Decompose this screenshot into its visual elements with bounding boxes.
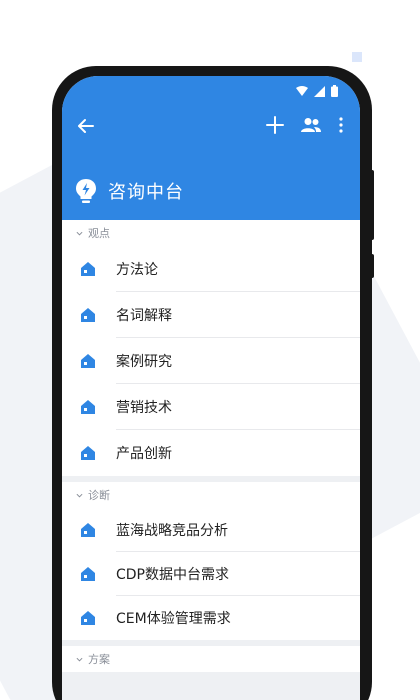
chevron-down-icon — [76, 493, 83, 498]
background-square — [352, 52, 362, 62]
section-header[interactable]: 诊断 — [62, 482, 360, 508]
house-icon — [81, 446, 95, 460]
section-header[interactable]: 方案 — [62, 646, 360, 672]
chevron-down-icon — [76, 657, 83, 662]
list-item[interactable]: 名词解释 — [62, 292, 360, 338]
title-bar: 咨询中台 — [74, 178, 184, 204]
phone-screen: 咨询中台 观点 方法论 名词解释 案例研究 营销技术 产品创新 诊断 蓝海战略竞… — [62, 76, 360, 700]
app-header: 咨询中台 — [62, 106, 360, 220]
list-item-label: CDP数据中台需求 — [116, 552, 360, 596]
list-item[interactable]: CDP数据中台需求 — [62, 552, 360, 596]
status-bar — [62, 76, 360, 106]
list-item[interactable]: 产品创新 — [62, 430, 360, 476]
lightbulb-icon — [76, 179, 96, 203]
content-list: 观点 方法论 名词解释 案例研究 营销技术 产品创新 诊断 蓝海战略竞品分析 C… — [62, 220, 360, 672]
list-item-label: 方法论 — [116, 246, 360, 292]
house-icon — [81, 523, 95, 537]
signal-icon — [314, 85, 325, 97]
house-icon — [81, 308, 95, 322]
list-item[interactable]: 营销技术 — [62, 384, 360, 430]
section-group: 观点 方法论 名词解释 案例研究 营销技术 产品创新 — [62, 220, 360, 476]
header-actions — [266, 116, 344, 134]
list-item-label: 产品创新 — [116, 446, 172, 462]
house-icon — [81, 567, 95, 581]
house-icon — [81, 611, 95, 625]
house-icon — [81, 400, 95, 414]
list-item-label: 名词解释 — [116, 292, 360, 338]
section-label: 诊断 — [88, 489, 110, 502]
list-item[interactable]: 案例研究 — [62, 338, 360, 384]
page-title: 咨询中台 — [108, 182, 184, 203]
list-item[interactable]: CEM体验管理需求 — [62, 596, 360, 640]
section-label: 方案 — [88, 653, 110, 666]
section-label: 观点 — [88, 227, 110, 240]
list-item-label: 案例研究 — [116, 338, 360, 384]
list-item-label: 蓝海战略竞品分析 — [116, 508, 360, 552]
list-item[interactable]: 方法论 — [62, 246, 360, 292]
house-icon — [81, 354, 95, 368]
battery-icon — [331, 85, 338, 97]
list-item-label: CEM体验管理需求 — [116, 611, 231, 627]
arrow-left-icon[interactable] — [76, 116, 96, 136]
people-icon[interactable] — [300, 117, 322, 133]
section-group: 方案 — [62, 646, 360, 672]
house-icon — [81, 262, 95, 276]
more-vertical-icon[interactable] — [338, 117, 344, 133]
wifi-icon — [296, 86, 308, 96]
section-group: 诊断 蓝海战略竞品分析 CDP数据中台需求 CEM体验管理需求 — [62, 482, 360, 640]
section-header[interactable]: 观点 — [62, 220, 360, 246]
list-item[interactable]: 蓝海战略竞品分析 — [62, 508, 360, 552]
list-item-label: 营销技术 — [116, 384, 360, 430]
chevron-down-icon — [76, 231, 83, 236]
plus-icon[interactable] — [266, 116, 284, 134]
